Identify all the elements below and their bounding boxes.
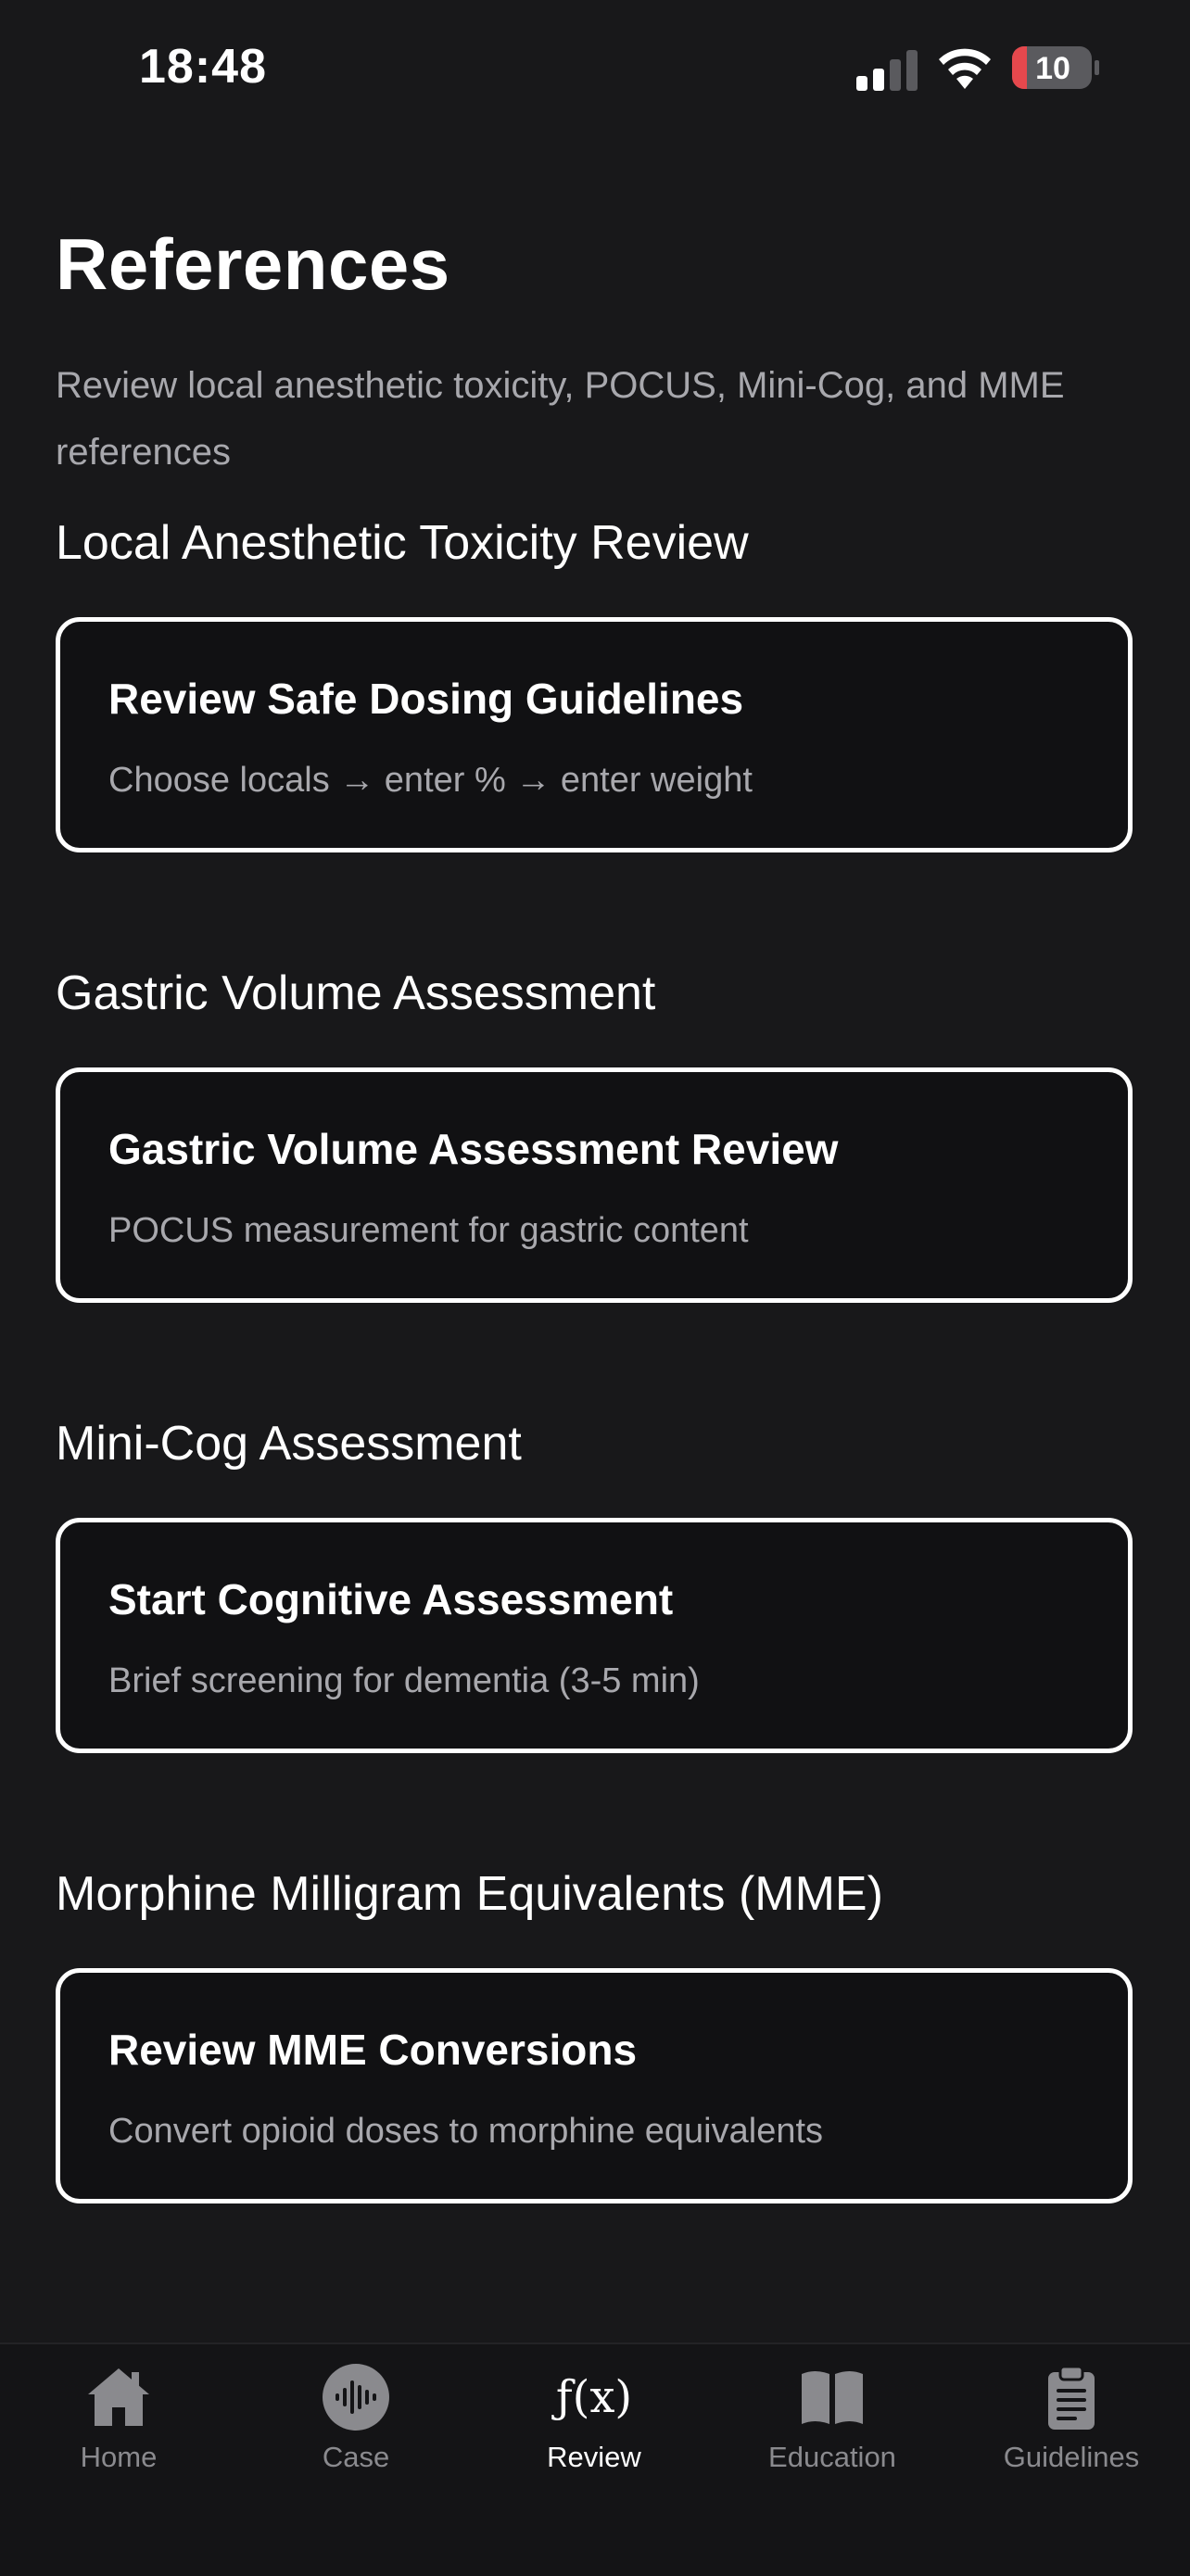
status-time: 18:48: [139, 40, 267, 94]
tab-label: Case: [322, 2441, 390, 2473]
card-title: Start Cognitive Assessment: [108, 1575, 674, 1623]
wifi-icon: [939, 48, 991, 89]
mme-conversions-card[interactable]: Review MME Conversions Convert opioid do…: [56, 1968, 1133, 2203]
clipboard-icon: [1048, 2365, 1095, 2430]
battery-icon: 10: [1012, 46, 1099, 89]
section-title-gastric-volume: Gastric Volume Assessment: [56, 966, 656, 1020]
tab-review[interactable]: ƒ(x) Review: [475, 2363, 713, 2493]
section-title-local-anesthetic: Local Anesthetic Toxicity Review: [56, 516, 749, 570]
card-description: POCUS measurement for gastric content: [108, 1211, 749, 1250]
card-title: Review Safe Dosing Guidelines: [108, 675, 744, 723]
tab-bar: Home Case ƒ(x) Review Education Guidelin…: [0, 2342, 1190, 2576]
house-icon: [88, 2368, 149, 2426]
card-description: Brief screening for dementia (3-5 min): [108, 1661, 700, 1700]
waveform-icon: [323, 2364, 389, 2431]
card-title: Gastric Volume Assessment Review: [108, 1125, 839, 1173]
function-icon: ƒ(x): [555, 2371, 633, 2423]
tab-label: Education: [768, 2441, 896, 2473]
gastric-volume-card[interactable]: Gastric Volume Assessment Review POCUS m…: [56, 1067, 1133, 1303]
signal-icon: [856, 50, 918, 91]
status-bar: 18:48 10: [0, 0, 1190, 139]
section-title-mini-cog: Mini-Cog Assessment: [56, 1417, 522, 1471]
tab-education[interactable]: Education: [714, 2363, 951, 2493]
book-icon: [802, 2371, 863, 2424]
card-description: Convert opioid doses to morphine equival…: [108, 2112, 824, 2151]
tab-label: Review: [547, 2441, 641, 2473]
tab-guidelines[interactable]: Guidelines: [953, 2363, 1190, 2493]
page-title: References: [56, 223, 450, 305]
safe-dosing-card[interactable]: Review Safe Dosing Guidelines Choose loc…: [56, 617, 1133, 852]
tab-case[interactable]: Case: [237, 2363, 475, 2493]
cognitive-assessment-card[interactable]: Start Cognitive Assessment Brief screeni…: [56, 1518, 1133, 1753]
page-subtitle: Review local anesthetic toxicity, POCUS,…: [56, 365, 1065, 473]
tab-label: Guidelines: [1003, 2441, 1140, 2473]
card-title: Review MME Conversions: [108, 2026, 638, 2074]
card-description: Choose locals → enter % → enter weight: [108, 761, 753, 800]
tab-home[interactable]: Home: [0, 2363, 237, 2493]
section-title-mme: Morphine Milligram Equivalents (MME): [56, 1867, 883, 1921]
battery-level: 10: [1035, 51, 1070, 86]
tab-label: Home: [80, 2441, 158, 2473]
